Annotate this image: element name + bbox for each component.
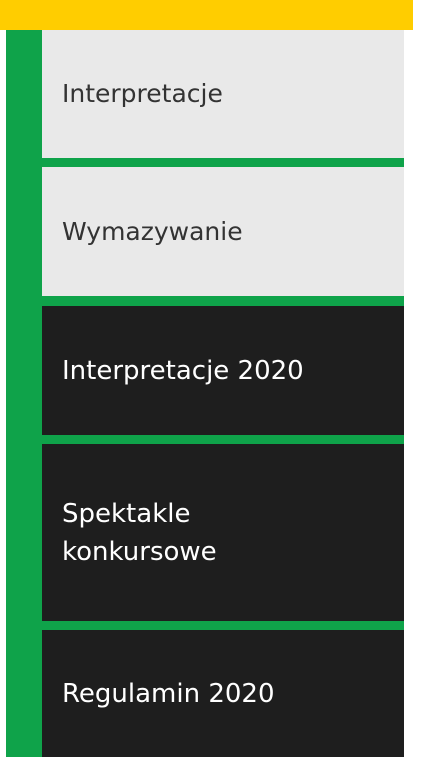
page: Interpretacje Wymazywanie Interpretacje … [0, 0, 423, 782]
menu-item-wymazywanie[interactable]: Wymazywanie [42, 167, 404, 296]
menu-item-spektakle-konkursowe[interactable]: Spektakle konkursowe [42, 444, 404, 621]
menu-item-label: Interpretacje 2020 [62, 355, 304, 386]
side-menu: Interpretacje Wymazywanie Interpretacje … [6, 30, 404, 757]
menu-item-interpretacje[interactable]: Interpretacje [42, 30, 404, 158]
menu-item-interpretacje-2020[interactable]: Interpretacje 2020 [42, 306, 404, 435]
menu-item-label: Wymazywanie [62, 216, 243, 246]
menu-item-label: Regulamin 2020 [62, 678, 275, 709]
menu-item-label: Spektakle konkursowe [62, 498, 217, 567]
menu-item-label: Interpretacje [62, 79, 223, 108]
top-accent-bar [0, 0, 413, 30]
menu-item-regulamin-2020[interactable]: Regulamin 2020 [42, 630, 404, 757]
